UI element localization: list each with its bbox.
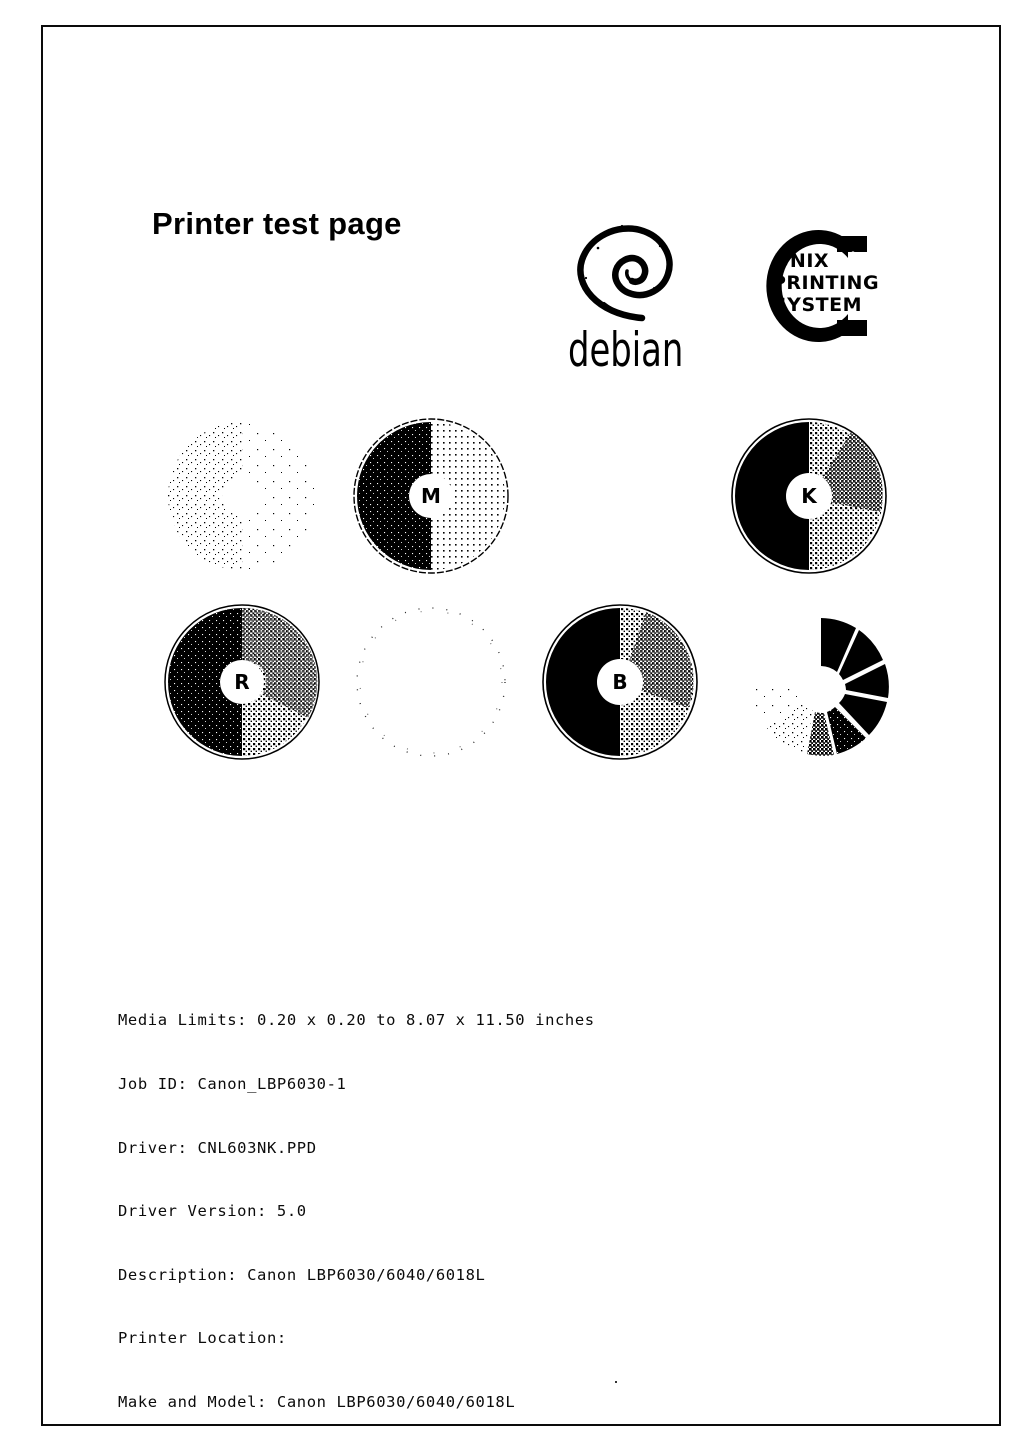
color-wheel-black: K [725,412,893,580]
info-line-job-id: Job ID: Canon_LBP6030-1 [118,1075,347,1093]
info-line-make-and-model: Make and Model: Canon LBP6030/6040/6018L [118,1392,516,1411]
debian-swirl-icon [577,224,673,322]
cups-line-1: UNIX [774,250,830,272]
cups-logo: UNIX PRINTING SYSTEM [741,226,889,346]
info-line-printer-location: Printer Location: [118,1329,287,1348]
cups-line-2: PRINTING [772,272,880,294]
info-line-driver: Driver: CNL603NK.PPD [118,1138,317,1157]
color-wheel-cyan [158,412,326,580]
color-wheel-blue: B [536,598,704,766]
cups-line-3: SYSTEM [773,294,862,316]
info-line-description: Description: Canon LBP6030/6040/6018L [118,1265,486,1284]
info-line-media-limits: Media Limits: 0.20 x 0.20 to 8.07 x 11.5… [118,1011,595,1030]
info-line-driver-version: Driver Version: 5.0 [118,1202,307,1221]
scan-artifact-speck [615,1381,617,1383]
color-wheel-magenta: M [347,412,515,580]
color-wheel-yellow [536,412,704,580]
page-title: Printer test page [152,206,402,241]
printer-info-block: Media Limits: 0.20 x 0.20 to 8.07 x 11.5… [118,968,595,1446]
color-wheel-green [347,598,515,766]
printer-test-page: Printer test page debian UNIX PRINTING S… [0,0,1024,1446]
debian-wordmark: debian [568,323,684,378]
debian-logo: debian [548,222,698,382]
color-wheel-composite [737,604,905,772]
cups-logo-text: UNIX PRINTING SYSTEM [772,250,886,316]
color-wheel-red: R [158,598,326,766]
